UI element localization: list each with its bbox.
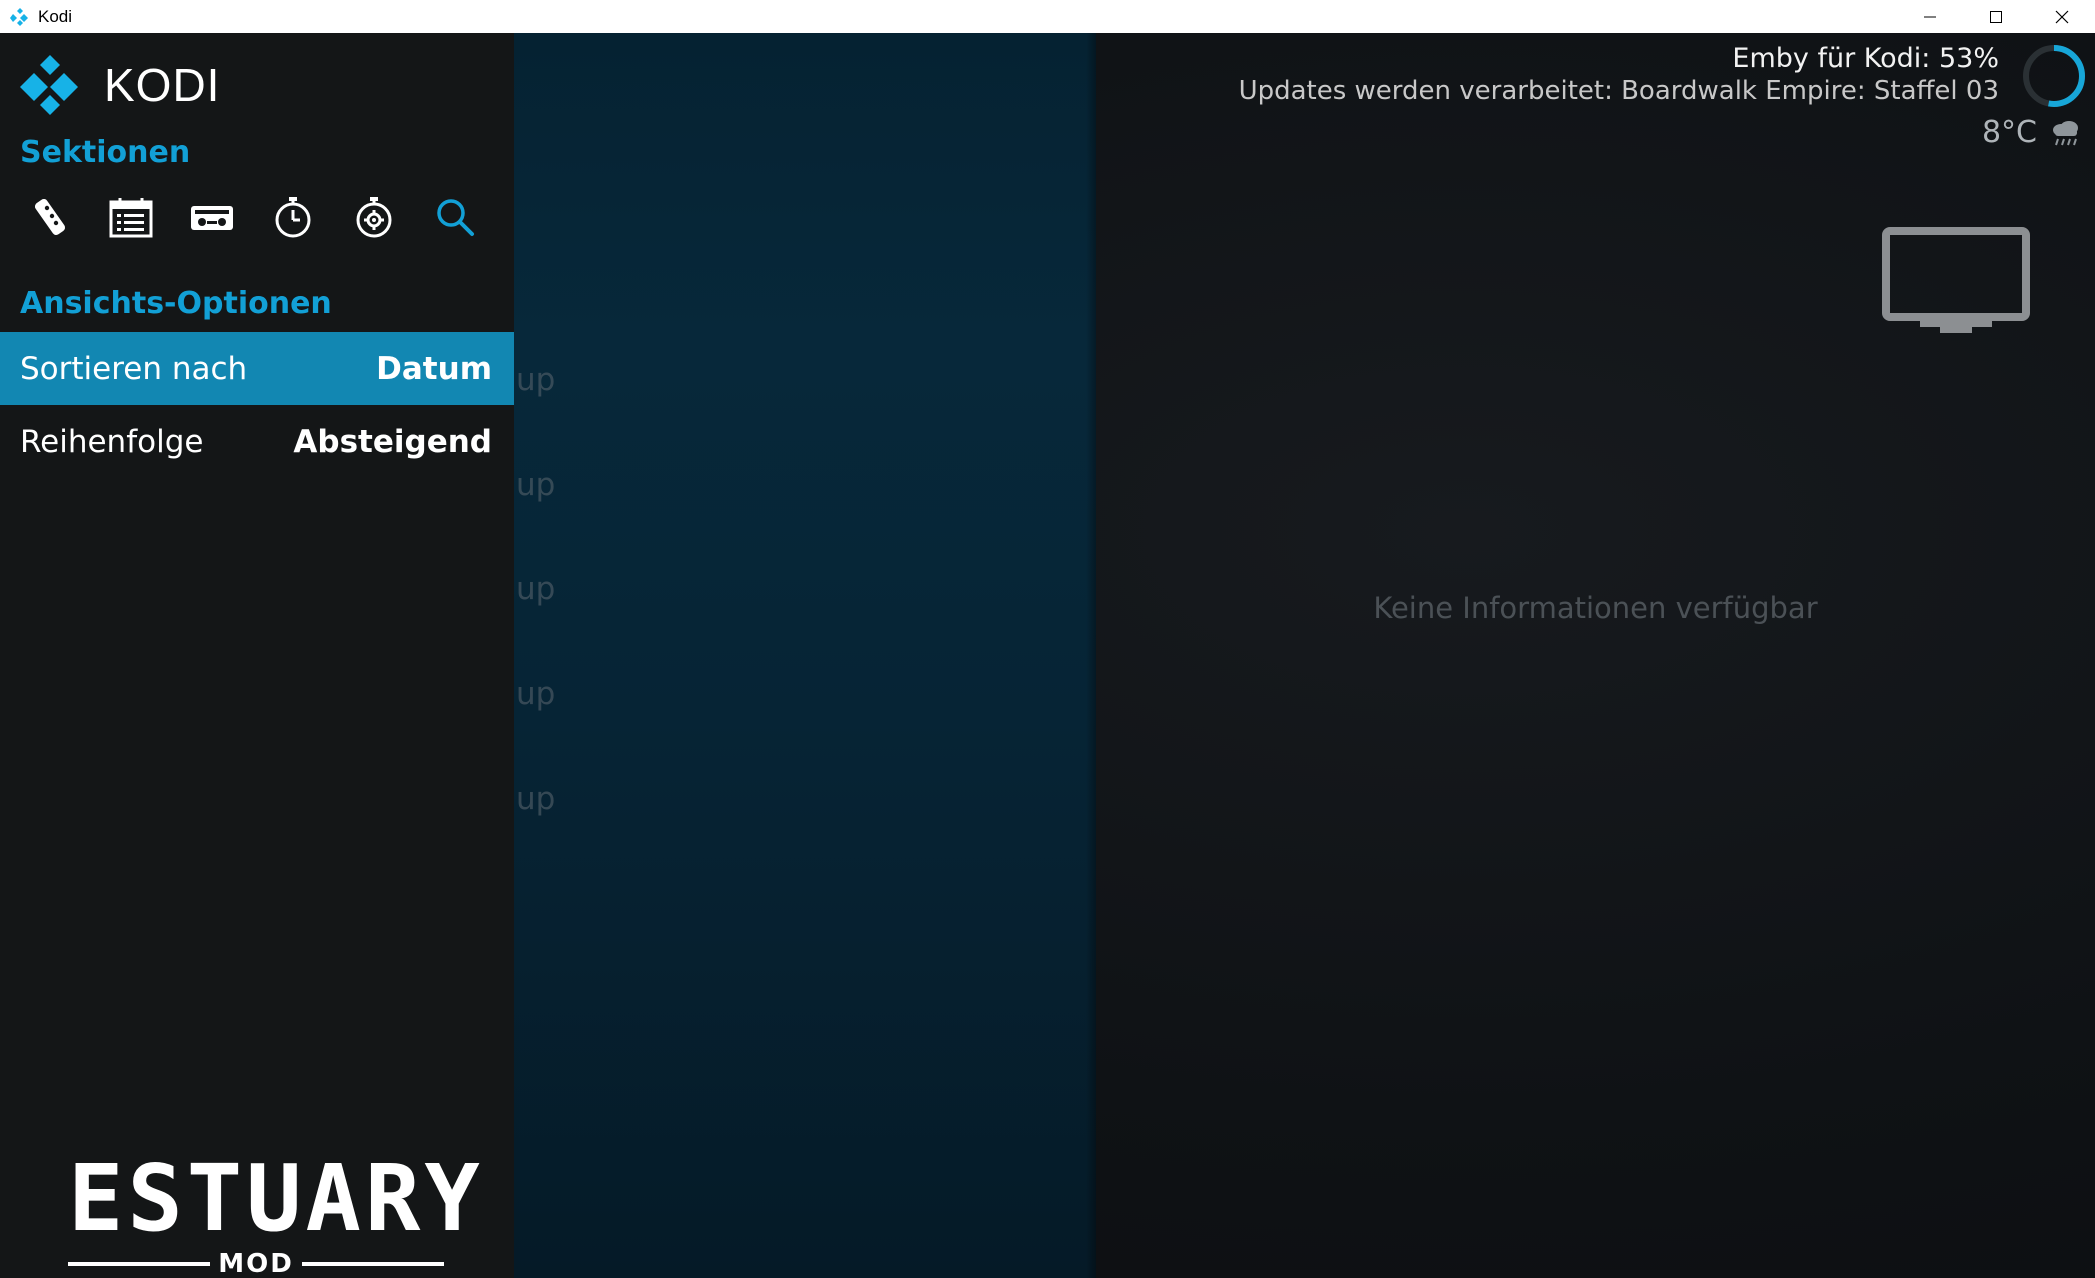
calendar-icon bbox=[109, 198, 153, 238]
timer-settings-icon bbox=[356, 197, 392, 238]
kodi-app-icon bbox=[10, 7, 28, 26]
remote-button[interactable] bbox=[26, 193, 74, 241]
kodi-logo: KODI bbox=[18, 53, 220, 117]
minimize-button[interactable] bbox=[1897, 0, 1963, 33]
maximize-button[interactable] bbox=[1963, 0, 2029, 33]
brand-name: ESTUARY bbox=[68, 1145, 484, 1252]
progress-text: Emby für Kodi: 53% bbox=[1732, 43, 1999, 74]
close-icon bbox=[2055, 10, 2069, 23]
option-value: Datum bbox=[376, 350, 492, 387]
background-list-item[interactable]: up bbox=[516, 676, 555, 712]
weather-widget: 8°C bbox=[1982, 115, 2081, 150]
window-title: Kodi bbox=[38, 6, 73, 26]
update-text: Updates werden verarbeitet: Boardwalk Em… bbox=[1238, 76, 1999, 106]
kodi-stage: up up up up up Emby für Kodi: 53% Update… bbox=[0, 33, 2095, 1278]
timer-rules-button[interactable] bbox=[350, 193, 398, 241]
search-icon bbox=[437, 199, 474, 236]
kodi-logo-icon bbox=[20, 55, 78, 115]
progress-ring-icon bbox=[2023, 45, 2085, 107]
list-column-background bbox=[514, 33, 1096, 1278]
search-button[interactable] bbox=[431, 193, 479, 241]
sort-order-option[interactable]: Reihenfolge Absteigend bbox=[0, 405, 514, 478]
timer-icon bbox=[275, 197, 311, 238]
timers-button[interactable] bbox=[269, 193, 317, 241]
no-info-message: Keine Informationen verfügbar bbox=[1373, 591, 1818, 625]
guide-button[interactable] bbox=[107, 193, 155, 241]
tv-icon bbox=[1882, 227, 2030, 333]
background-list-item[interactable]: up bbox=[516, 571, 555, 607]
rain-cloud-icon bbox=[2053, 120, 2078, 145]
sort-by-option[interactable]: Sortieren nach Datum bbox=[0, 332, 514, 405]
background-list-item[interactable]: up bbox=[516, 781, 555, 817]
brand-sub: MOD bbox=[218, 1249, 294, 1278]
section-icons bbox=[26, 193, 512, 241]
brand-sub-line: MOD bbox=[68, 1249, 444, 1278]
close-button[interactable] bbox=[2029, 0, 2095, 33]
option-label: Sortieren nach bbox=[20, 350, 248, 387]
side-menu: KODI Sektionen Ansichts-Optionen Sortier… bbox=[0, 33, 514, 1278]
remote-icon bbox=[34, 198, 66, 236]
window-titlebar: Kodi bbox=[0, 0, 2095, 34]
maximize-icon bbox=[1990, 10, 2002, 23]
temperature: 8°C bbox=[1981, 115, 2037, 150]
background-list-item[interactable]: up bbox=[516, 362, 555, 398]
sections-heading: Sektionen bbox=[20, 135, 191, 170]
minimize-icon bbox=[1924, 16, 1936, 17]
recordings-button[interactable] bbox=[188, 193, 236, 241]
estuary-mod-logo: ESTUARY MOD bbox=[68, 1145, 484, 1278]
background-list-item[interactable]: up bbox=[516, 467, 555, 503]
option-label: Reihenfolge bbox=[20, 423, 204, 460]
recordings-icon bbox=[191, 206, 233, 230]
option-value: Absteigend bbox=[293, 423, 492, 460]
view-options-heading: Ansichts-Optionen bbox=[20, 286, 332, 321]
background-task-status: Emby für Kodi: 53% Updates werden verarb… bbox=[1239, 43, 1999, 106]
logo-text: KODI bbox=[104, 59, 221, 111]
